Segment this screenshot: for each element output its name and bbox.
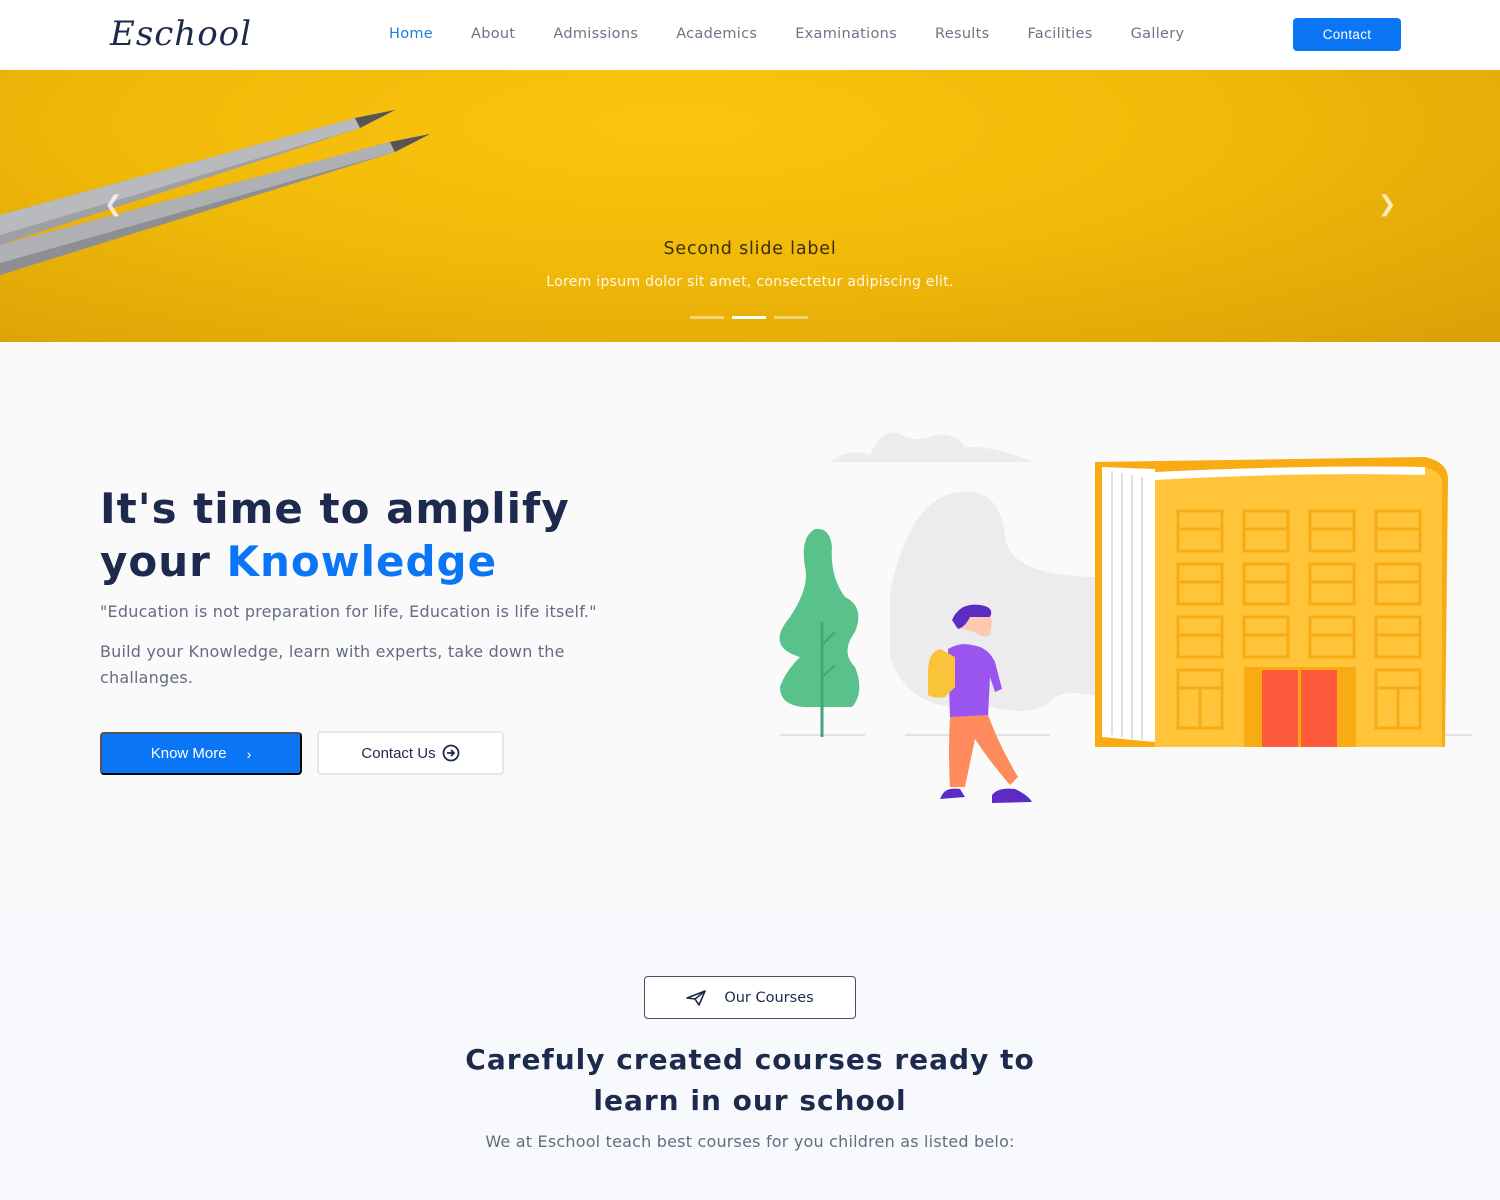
courses-heading: Carefuly created courses ready to learn … [0,1039,1500,1121]
our-courses-label: Our Courses [724,989,814,1006]
intro-quote: "Education is not preparation for life, … [100,602,597,621]
nav-item-academics[interactable]: Academics [676,26,757,42]
know-more-button[interactable]: Know More › [100,732,302,775]
contact-us-label: Contact Us [361,744,436,762]
nav-item-gallery[interactable]: Gallery [1131,26,1185,42]
contact-us-button[interactable]: Contact Us [317,731,504,775]
pencils-image [0,110,430,275]
courses-section: Our Courses Carefuly created courses rea… [0,917,1500,1200]
hero-carousel: ❮ ❯ Second slide label Lorem ipsum dolor… [0,70,1500,342]
courses-heading-line1: Carefuly created courses ready to [465,1043,1035,1076]
carousel-indicator-2[interactable] [732,316,766,319]
nav-item-facilities[interactable]: Facilities [1027,26,1092,42]
carousel-indicators [690,316,808,319]
carousel-indicator-3[interactable] [774,316,808,319]
our-courses-badge: Our Courses [644,976,856,1019]
chevron-right-icon: › [246,745,252,762]
slide-subtitle: Lorem ipsum dolor sit amet, consectetur … [546,274,954,290]
intro-heading: It's time to amplify your Knowledge [100,482,570,588]
nav-item-about[interactable]: About [471,26,515,42]
carousel-indicator-1[interactable] [690,316,724,319]
carousel-prev-icon[interactable]: ❮ [104,192,122,217]
intro-heading-highlight: Knowledge [226,537,498,586]
intro-section: It's time to amplify your Knowledge "Edu… [0,342,1500,917]
slide-title: Second slide label [663,239,837,259]
nav-item-results[interactable]: Results [935,26,989,42]
arrow-circle-right-icon [442,744,459,762]
courses-heading-line2: learn in our school [593,1084,907,1117]
courses-subtitle: We at Eschool teach best courses for you… [485,1132,1015,1151]
site-header: Eschool Home About Admissions Academics … [0,0,1500,70]
intro-description: Build your Knowledge, learn with experts… [100,642,565,687]
intro-heading-prefix: your [100,537,211,586]
nav-item-home[interactable]: Home [389,26,433,42]
carousel-next-icon[interactable]: ❯ [1378,192,1396,217]
site-logo[interactable]: Eschool [110,14,252,54]
know-more-label: Know More [150,745,227,762]
intro-heading-line1: It's time to amplify [100,484,570,533]
nav-item-examinations[interactable]: Examinations [795,26,897,42]
school-illustration [779,432,1472,803]
main-nav: Home About Admissions Academics Examinat… [389,26,1222,42]
contact-button[interactable]: Contact [1293,18,1401,51]
nav-item-admissions[interactable]: Admissions [553,26,638,42]
paper-plane-icon [686,989,707,1006]
